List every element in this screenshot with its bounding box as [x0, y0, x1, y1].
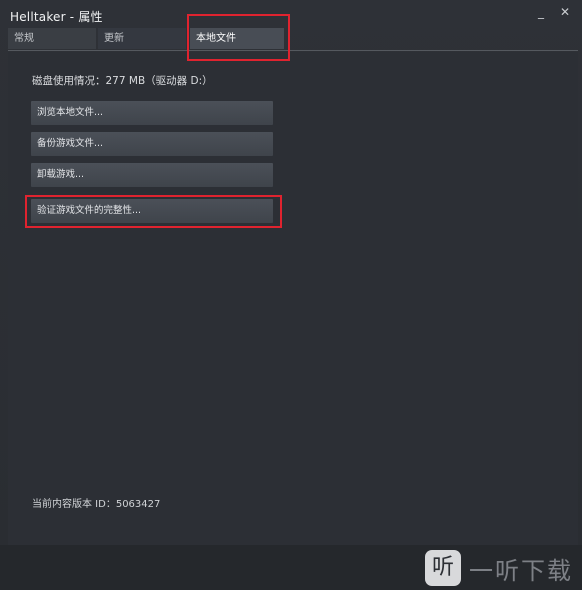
window-title: Helltaker - 属性: [10, 10, 103, 24]
disk-usage-label: 磁盘使用情况：277 MB（驱动器 D:）: [32, 75, 213, 87]
tab-highlight-box: [187, 14, 290, 61]
window-controls: _ ✕: [534, 5, 572, 19]
tab-bar: 常规 更新 本地文件: [8, 28, 578, 51]
local-files-panel: [8, 52, 578, 545]
watermark-logo-icon: 听: [425, 550, 461, 586]
tab-general[interactable]: 常规: [8, 28, 96, 49]
content-version-label: 当前内容版本 ID：5063427: [32, 499, 161, 510]
properties-window: Helltaker - 属性 _ ✕ 常规 更新 本地文件 磁盘使用情况：277…: [0, 0, 582, 590]
browse-local-files-button[interactable]: 浏览本地文件...: [31, 101, 273, 125]
backup-game-files-button[interactable]: 备份游戏文件...: [31, 132, 273, 156]
watermark: 听 一听下载: [425, 550, 573, 586]
tab-updates[interactable]: 更新: [98, 28, 186, 49]
close-button[interactable]: ✕: [558, 5, 572, 19]
minimize-button[interactable]: _: [534, 5, 548, 19]
watermark-text: 一听下载: [469, 556, 573, 585]
uninstall-game-button[interactable]: 卸载游戏...: [31, 163, 273, 187]
verify-highlight-box: [25, 195, 282, 228]
